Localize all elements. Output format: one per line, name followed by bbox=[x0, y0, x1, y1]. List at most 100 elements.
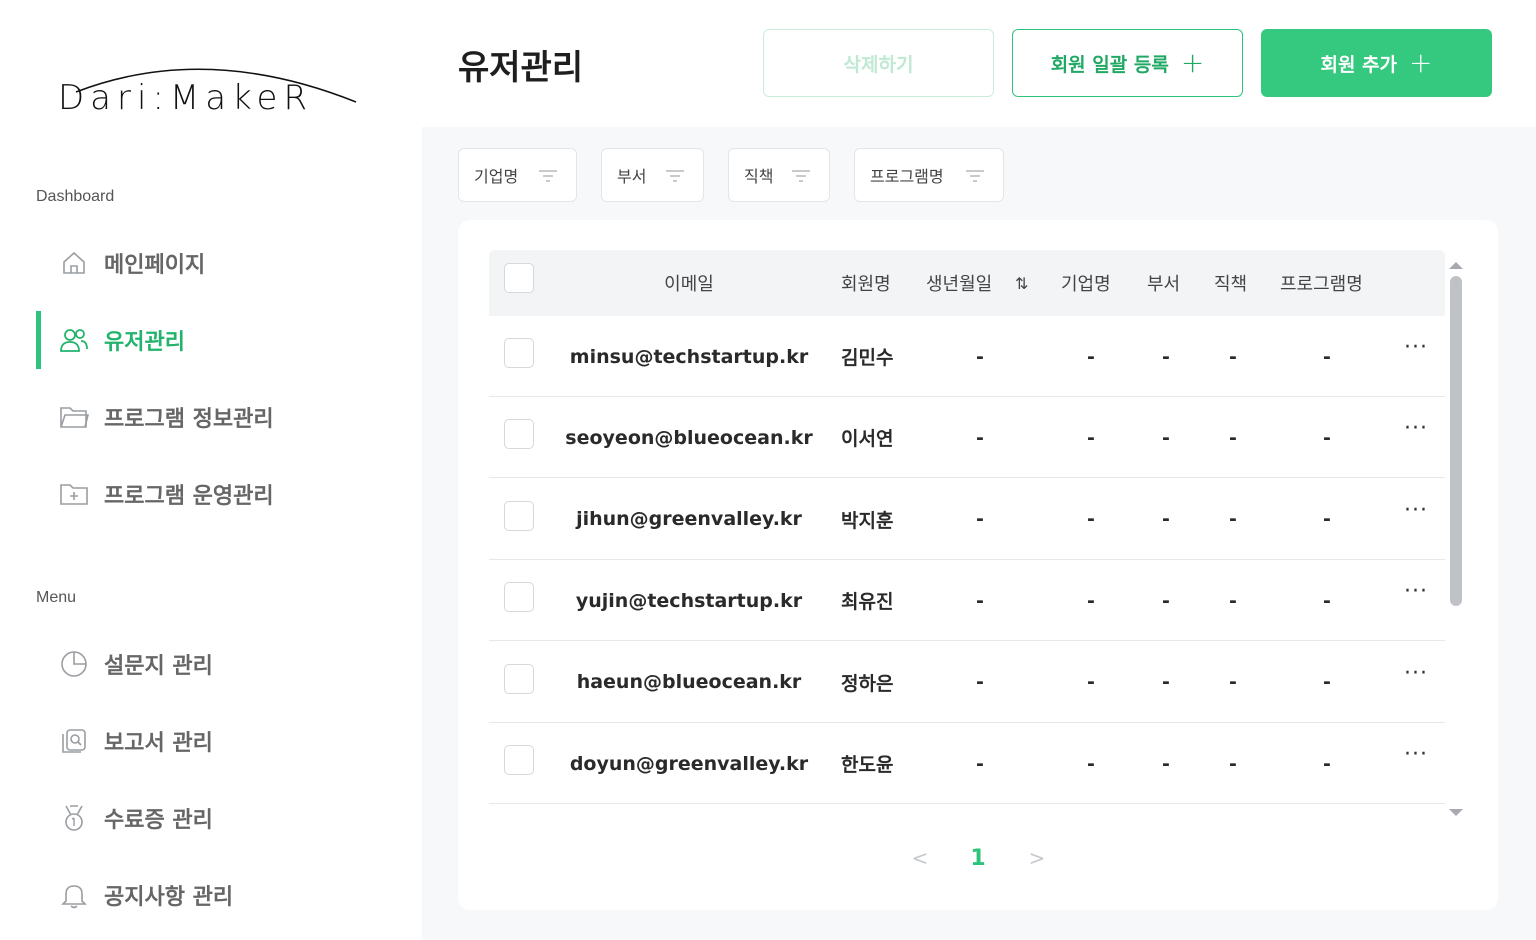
cell-name: 이서연 bbox=[841, 428, 894, 451]
sidebar-item-survey[interactable]: 설문지 관리 bbox=[36, 635, 422, 693]
sidebar-item-label: 프로그램 정보관리 bbox=[104, 407, 274, 432]
filter-icon bbox=[966, 170, 984, 182]
main-content: 유저관리 삭제하기 회원 일괄 등록 + 회원 추가 + 기업명 부서 직책 프… bbox=[422, 0, 1536, 940]
filter-icon bbox=[666, 170, 684, 182]
filter-program[interactable]: 프로그램명 bbox=[854, 148, 1004, 202]
cell-position: - bbox=[1229, 345, 1237, 368]
sidebar-item-program-operation[interactable]: 프로그램 운영관리 bbox=[36, 465, 422, 523]
cell-program: - bbox=[1323, 426, 1331, 449]
sidebar-item-label: 설문지 관리 bbox=[104, 654, 213, 679]
sidebar-item-program-info[interactable]: 프로그램 정보관리 bbox=[36, 388, 422, 446]
column-header-company: 기업명 bbox=[1061, 274, 1111, 295]
column-header-department: 부서 bbox=[1147, 274, 1181, 295]
add-member-button[interactable]: 회원 추가 + bbox=[1261, 29, 1492, 97]
sidebar-item-report[interactable]: 보고서 관리 bbox=[36, 712, 422, 770]
cell-company: - bbox=[1087, 589, 1095, 612]
medal-icon bbox=[58, 802, 90, 834]
sidebar-item-notice[interactable]: 공지사항 관리 bbox=[36, 866, 422, 924]
cell-name: 한도윤 bbox=[841, 754, 894, 776]
sidebar-item-label: 수료증 관리 bbox=[104, 808, 213, 833]
scroll-up-arrow[interactable] bbox=[1448, 256, 1464, 269]
sidebar-item-label: 메인페이지 bbox=[104, 253, 206, 278]
cell-department: - bbox=[1162, 345, 1170, 368]
table-row[interactable]: haeun@blueocean.kr 정하은 - - - - - ··· bbox=[489, 642, 1445, 723]
cell-email: haeun@blueocean.kr bbox=[576, 671, 802, 694]
column-header-program: 프로그램명 bbox=[1280, 274, 1363, 295]
cell-birth: - bbox=[976, 345, 984, 368]
home-icon bbox=[58, 247, 90, 279]
users-icon bbox=[58, 324, 90, 356]
cell-position: - bbox=[1229, 508, 1237, 531]
user-table-card: 이메일 회원명 생년월일 ⇅ 기업명 부서 직책 프로그램명 minsu@tec… bbox=[458, 220, 1498, 910]
table-header: 이메일 회원명 생년월일 ⇅ 기업명 부서 직책 프로그램명 bbox=[489, 250, 1445, 316]
scroll-down-arrow[interactable] bbox=[1448, 804, 1464, 816]
bulk-register-label: 회원 일괄 등록 bbox=[1050, 53, 1169, 76]
filter-label: 부서 bbox=[617, 167, 647, 186]
sidebar-item-label: 유저관리 bbox=[104, 330, 185, 355]
cell-program: - bbox=[1323, 671, 1331, 694]
cell-email: minsu@techstartup.kr bbox=[569, 345, 809, 368]
sidebar-item-label: 프로그램 운영관리 bbox=[104, 484, 274, 509]
table-row[interactable]: yujin@techstartup.kr 최유진 - - - - - ··· bbox=[489, 560, 1445, 642]
scrollbar-thumb[interactable] bbox=[1450, 276, 1462, 606]
filter-label: 기업명 bbox=[474, 167, 519, 186]
folder-plus-icon bbox=[58, 478, 90, 510]
column-header-email: 이메일 bbox=[664, 274, 714, 295]
cell-position: - bbox=[1229, 426, 1237, 449]
plus-icon: + bbox=[1180, 46, 1205, 79]
cell-birth: - bbox=[976, 426, 984, 449]
cell-birth: - bbox=[976, 671, 984, 694]
sidebar: Dari:MakeR Dashboard 메인페이지 유저관리 프로그램 정보관… bbox=[0, 0, 422, 940]
logo-text: Dari:MakeR bbox=[58, 78, 314, 118]
cell-department: - bbox=[1162, 671, 1170, 694]
report-search-icon bbox=[58, 725, 90, 757]
pagination-next[interactable]: > bbox=[1022, 840, 1052, 876]
cell-company: - bbox=[1087, 671, 1095, 694]
filter-label: 직책 bbox=[744, 167, 774, 186]
filter-position[interactable]: 직책 bbox=[728, 148, 830, 202]
cell-name: 최유진 bbox=[841, 591, 894, 614]
cell-company: - bbox=[1087, 426, 1095, 449]
cell-company: - bbox=[1087, 508, 1095, 531]
cell-department: - bbox=[1162, 589, 1170, 612]
sidebar-item-certificate[interactable]: 수료증 관리 bbox=[36, 789, 422, 847]
cell-email: jihun@greenvalley.kr bbox=[576, 508, 802, 531]
logo[interactable]: Dari:MakeR bbox=[56, 52, 366, 124]
page-header: 유저관리 삭제하기 회원 일괄 등록 + 회원 추가 + bbox=[422, 0, 1536, 127]
pagination-prev[interactable]: < bbox=[905, 840, 935, 876]
cell-email: doyun@greenvalley.kr bbox=[569, 752, 809, 775]
table-row[interactable]: seoyeon@blueocean.kr 이서연 - - - - - ··· bbox=[489, 397, 1445, 479]
delete-button[interactable]: 삭제하기 bbox=[763, 29, 994, 97]
more-options-icon[interactable]: ··· bbox=[1401, 744, 1431, 775]
page-title: 유저관리 bbox=[458, 48, 584, 88]
pagination-page-current[interactable]: 1 bbox=[960, 840, 996, 876]
sidebar-item-user-management[interactable]: 유저관리 bbox=[36, 311, 422, 369]
cell-position: - bbox=[1229, 589, 1237, 612]
bulk-register-button[interactable]: 회원 일괄 등록 + bbox=[1012, 29, 1243, 97]
filter-icon bbox=[792, 170, 810, 182]
sidebar-item-main-page[interactable]: 메인페이지 bbox=[36, 234, 422, 292]
filter-department[interactable]: 부서 bbox=[601, 148, 704, 202]
table-row[interactable]: jihun@greenvalley.kr 박지훈 - - - - - ··· bbox=[489, 479, 1445, 560]
cell-company: - bbox=[1087, 752, 1095, 775]
plus-icon: + bbox=[1409, 46, 1433, 79]
cell-birth: - bbox=[976, 508, 984, 531]
cell-email: seoyeon@blueocean.kr bbox=[565, 426, 813, 449]
sort-icon[interactable]: ⇅ bbox=[1015, 250, 1028, 316]
filter-company[interactable]: 기업명 bbox=[458, 148, 577, 202]
more-options-icon[interactable]: ··· bbox=[1401, 337, 1431, 368]
cell-name: 정하은 bbox=[841, 672, 894, 695]
cell-name: 김민수 bbox=[841, 347, 894, 369]
table-row[interactable]: doyun@greenvalley.kr 한도윤 - - - - - ··· bbox=[489, 723, 1445, 804]
cell-name: 박지훈 bbox=[841, 509, 894, 532]
column-header-position: 직책 bbox=[1214, 274, 1248, 295]
more-options-icon[interactable]: ··· bbox=[1401, 418, 1431, 449]
column-header-name: 회원명 bbox=[841, 274, 891, 295]
table-row[interactable]: minsu@techstartup.kr 김민수 - - - - - ··· bbox=[489, 316, 1445, 397]
pagination: < 1 > bbox=[458, 840, 1498, 876]
cell-program: - bbox=[1323, 589, 1331, 612]
bell-icon bbox=[58, 879, 90, 911]
more-options-icon[interactable]: ··· bbox=[1401, 581, 1431, 612]
more-options-icon[interactable]: ··· bbox=[1401, 662, 1431, 694]
more-options-icon[interactable]: ··· bbox=[1401, 499, 1431, 531]
